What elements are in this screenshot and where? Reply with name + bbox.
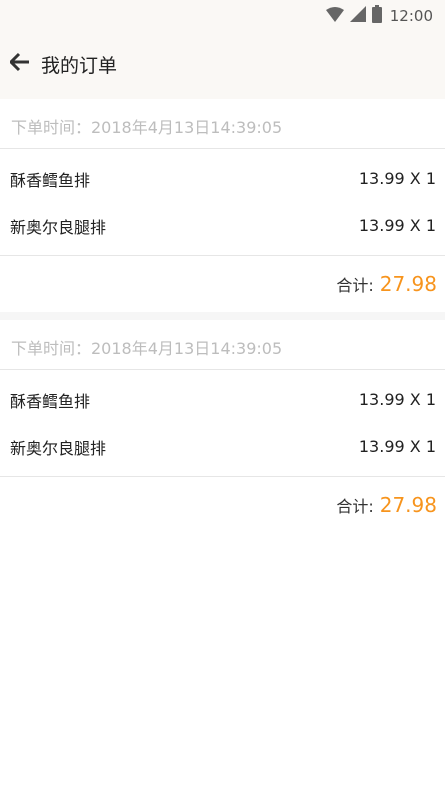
status-bar: 12:00 [0,0,445,32]
item-name: 新奥尔良腿排 [10,217,107,237]
order-items: 酥香鳕鱼排 13.99 X 1 新奥尔良腿排 13.99 X 1 [0,149,445,256]
item-price-qty: 13.99 X 1 [358,169,436,188]
item-price-qty: 13.99 X 1 [358,437,436,456]
order-items: 酥香鳕鱼排 13.99 X 1 新奥尔良腿排 13.99 X 1 [0,370,445,477]
order-list: 下单时间：2018年4月13日14:39:05 酥香鳕鱼排 13.99 X 1 … [0,99,445,533]
order-card: 下单时间：2018年4月13日14:39:05 酥香鳕鱼排 13.99 X 1 … [0,320,445,533]
status-time: 12:00 [389,7,433,25]
app-bar: 我的订单 [0,32,445,99]
battery-icon [371,5,382,27]
card-divider [0,312,445,320]
order-card: 下单时间：2018年4月13日14:39:05 酥香鳕鱼排 13.99 X 1 … [0,99,445,312]
total-value: 27.98 [379,493,437,517]
item-price-qty: 13.99 X 1 [358,216,436,235]
status-icons: 12:00 [325,5,433,27]
order-time: 下单时间：2018年4月13日14:39:05 [0,99,445,149]
total-value: 27.98 [379,272,437,296]
item-price-qty: 13.99 X 1 [358,390,436,409]
arrow-left-icon [8,52,30,76]
order-time: 下单时间：2018年4月13日14:39:05 [0,320,445,370]
item-name: 酥香鳕鱼排 [10,170,91,190]
page-title: 我的订单 [41,55,118,77]
total-label: 合计: [336,497,374,516]
total-label: 合计: [336,276,374,295]
order-total: 合计: 27.98 [0,256,445,312]
signal-icon [349,6,366,26]
wifi-icon [325,6,344,26]
order-item-row: 酥香鳕鱼排 13.99 X 1 [0,376,445,423]
order-total: 合计: 27.98 [0,477,445,533]
item-name: 酥香鳕鱼排 [10,391,91,411]
back-button[interactable] [8,52,32,76]
item-name: 新奥尔良腿排 [10,438,107,458]
order-item-row: 酥香鳕鱼排 13.99 X 1 [0,155,445,202]
order-item-row: 新奥尔良腿排 13.99 X 1 [0,202,445,249]
order-item-row: 新奥尔良腿排 13.99 X 1 [0,423,445,470]
top-area: 12:00 我的订单 [0,0,445,99]
